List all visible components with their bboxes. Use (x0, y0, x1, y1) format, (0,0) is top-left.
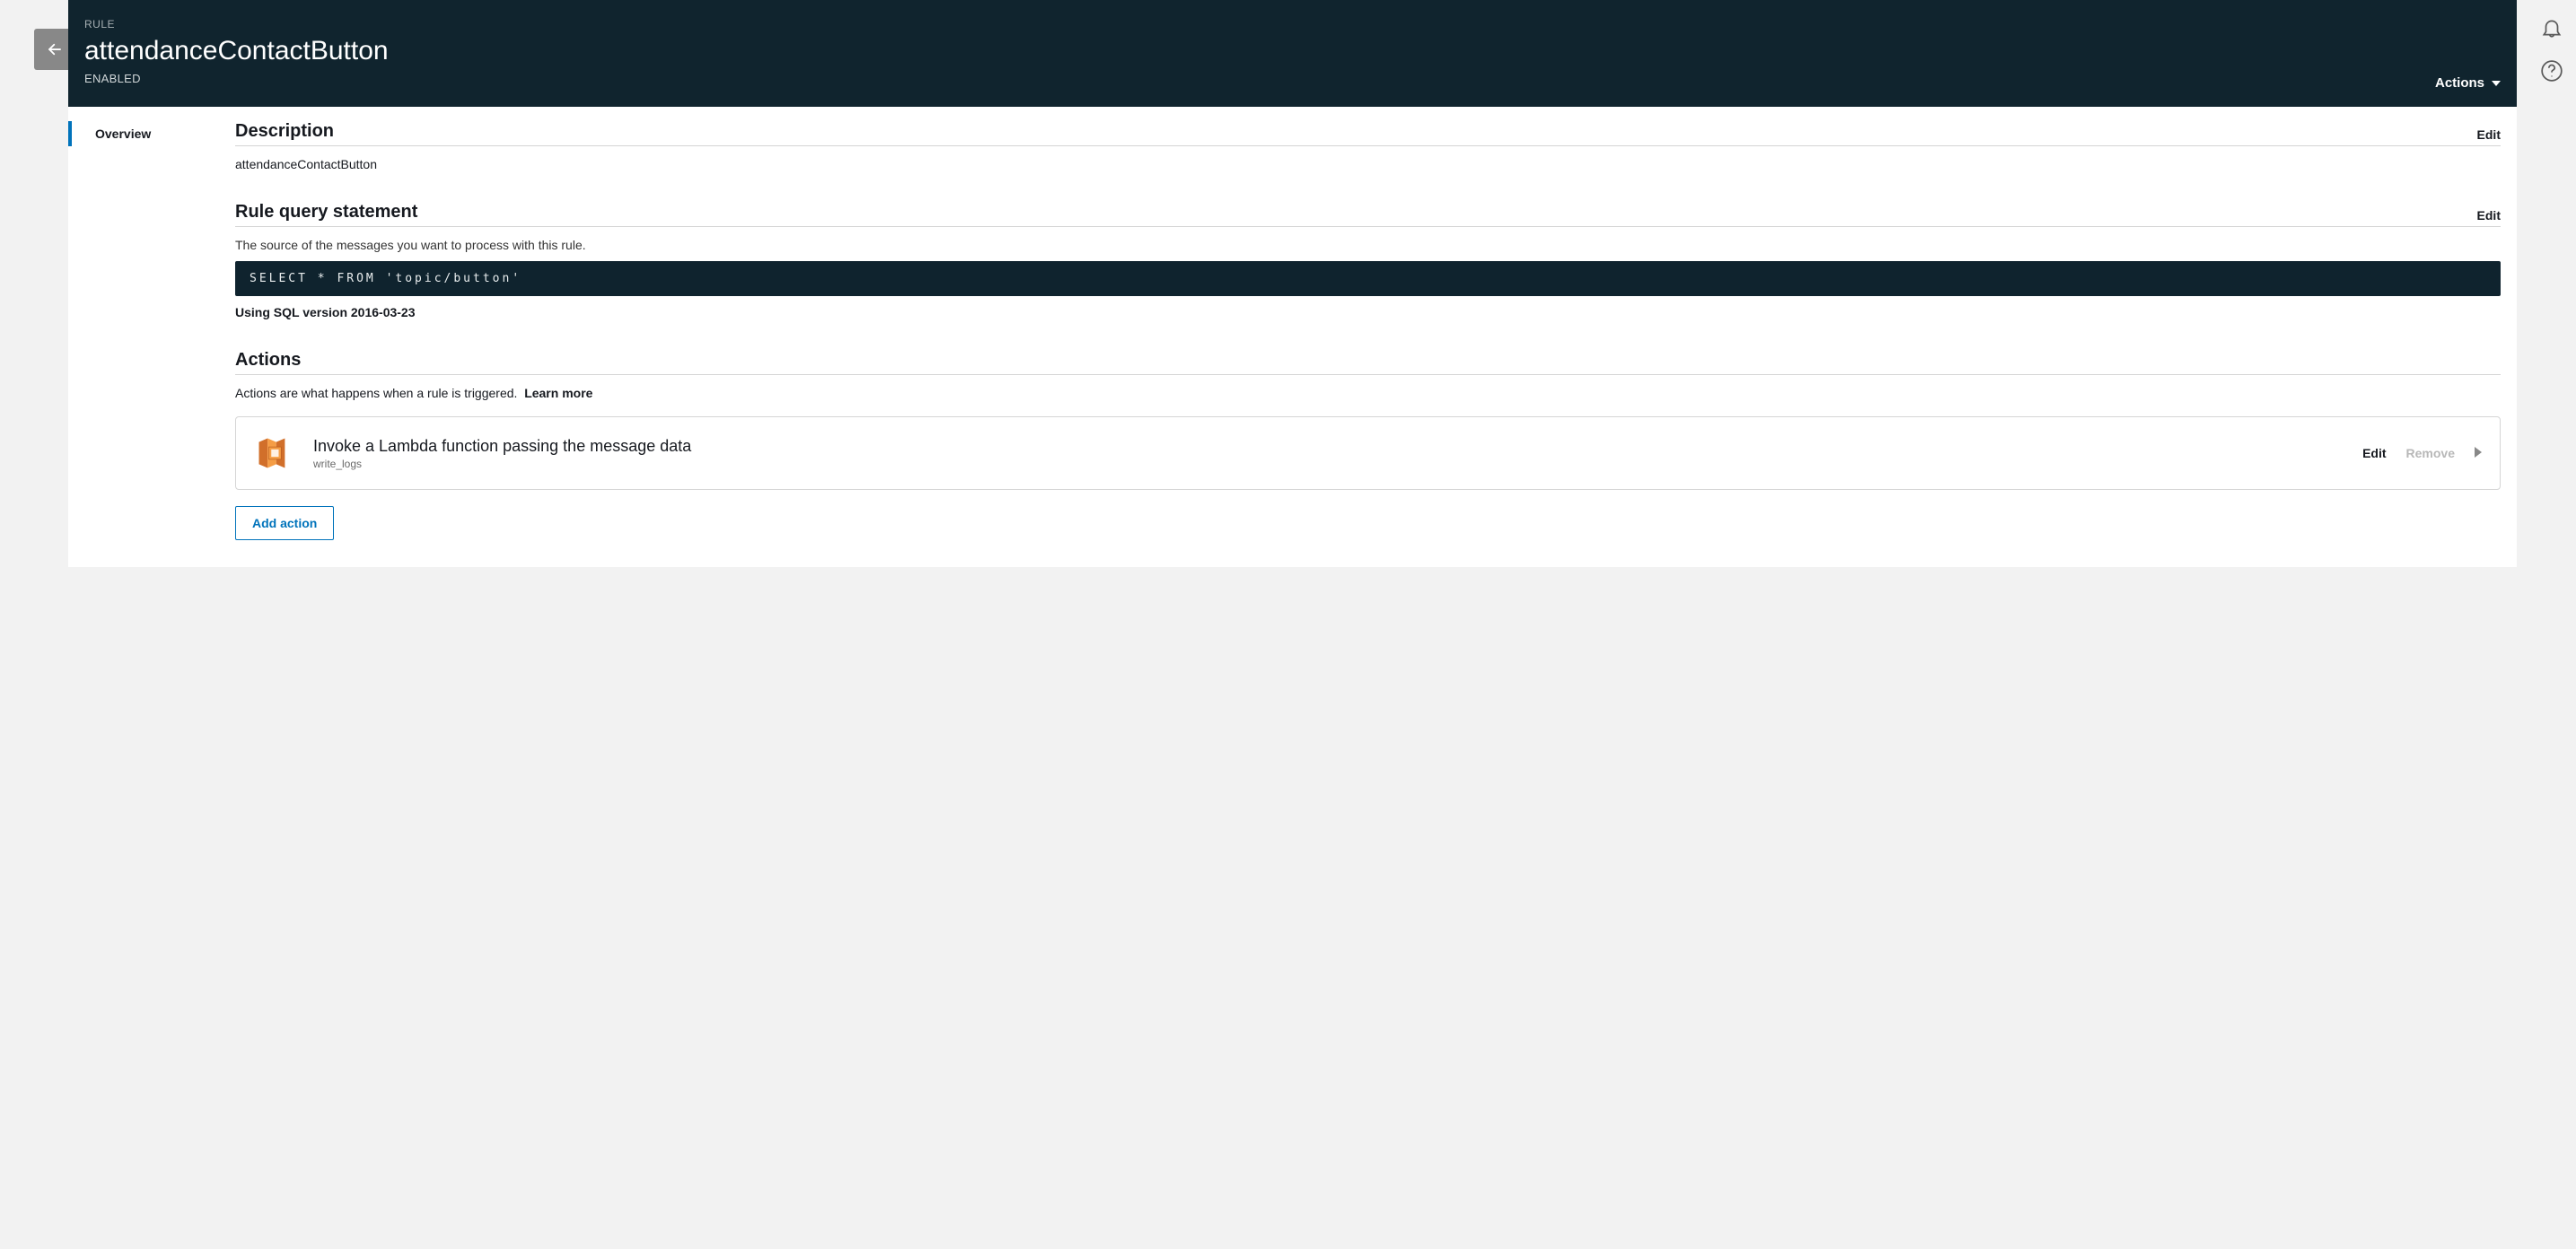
remove-action-button[interactable]: Remove (2406, 446, 2455, 460)
action-item: Invoke a Lambda function passing the mes… (235, 416, 2501, 490)
query-helper-text: The source of the messages you want to p… (235, 238, 2501, 252)
query-heading: Rule query statement (235, 202, 417, 223)
description-text: attendanceContactButton (235, 157, 2501, 171)
notifications-button[interactable] (2537, 13, 2567, 43)
arrow-left-icon (47, 41, 63, 57)
query-sql-code: SELECT * FROM 'topic/button' (235, 261, 2501, 296)
action-title: Invoke a Lambda function passing the mes… (313, 437, 2343, 456)
header-eyebrow: RULE (84, 18, 2501, 31)
tab-overview[interactable]: Overview (68, 121, 230, 146)
help-button[interactable] (2537, 56, 2567, 86)
expand-action-button[interactable] (2475, 446, 2482, 460)
sidebar: Overview (68, 107, 230, 567)
actions-dropdown[interactable]: Actions (2435, 75, 2501, 91)
chevron-right-icon (2475, 447, 2482, 458)
page-title: attendanceContactButton (84, 36, 2501, 66)
lambda-icon (254, 433, 294, 473)
page-header: RULE attendanceContactButton ENABLED Act… (68, 0, 2517, 107)
help-icon (2540, 59, 2563, 83)
edit-description-button[interactable]: Edit (2477, 127, 2501, 142)
learn-more-link[interactable]: Learn more (524, 386, 592, 400)
actions-heading: Actions (235, 350, 301, 371)
edit-query-button[interactable]: Edit (2477, 208, 2501, 223)
actions-helper-text: Actions are what happens when a rule is … (235, 386, 517, 400)
main-content: Description Edit attendanceContactButton… (230, 107, 2517, 567)
add-action-button[interactable]: Add action (235, 506, 334, 540)
sql-version-text: Using SQL version 2016-03-23 (235, 305, 2501, 319)
status-badge: ENABLED (84, 72, 2501, 85)
action-subtitle: write_logs (313, 458, 2343, 470)
actions-dropdown-label: Actions (2435, 75, 2484, 91)
edit-action-button[interactable]: Edit (2362, 446, 2386, 460)
description-heading: Description (235, 121, 334, 142)
caret-down-icon (2492, 79, 2501, 88)
bell-icon (2540, 16, 2563, 39)
